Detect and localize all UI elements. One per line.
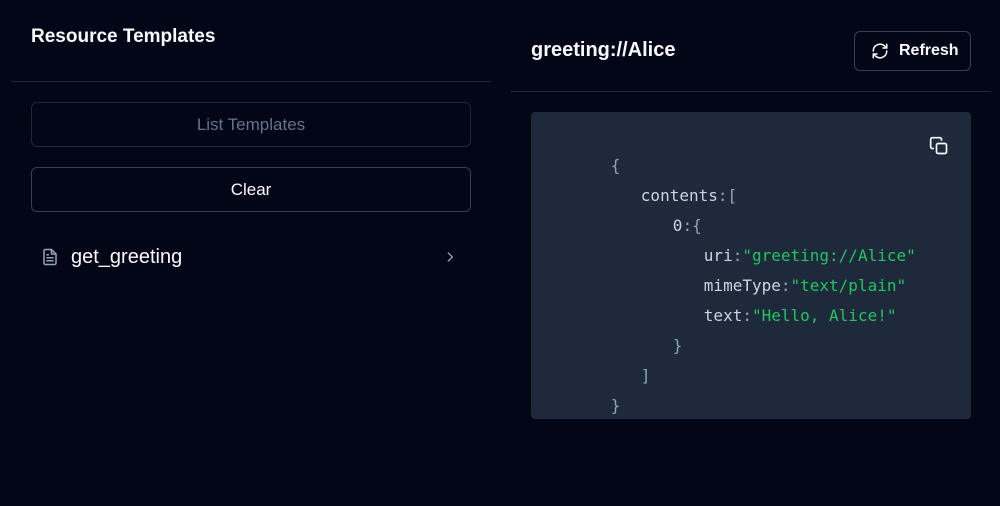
json-key: text xyxy=(703,306,743,325)
json-line: } xyxy=(553,376,621,436)
copy-icon[interactable] xyxy=(929,136,949,156)
detail-header: greeting://Alice Refresh xyxy=(511,0,991,92)
refresh-icon xyxy=(871,42,889,60)
resource-detail-panel: greeting://Alice Refresh { contents:[0:… xyxy=(511,0,991,506)
chevron-right-icon xyxy=(443,247,459,267)
resource-uri-title: greeting://Alice xyxy=(531,39,676,61)
json-punct: } xyxy=(610,396,621,415)
panel-header: Resource Templates xyxy=(11,0,491,82)
json-punct: ] xyxy=(640,366,651,385)
resource-templates-panel: Resource Templates List Templates Clear … xyxy=(11,0,491,506)
refresh-label: Refresh xyxy=(899,42,959,59)
refresh-button[interactable]: Refresh xyxy=(854,31,971,71)
list-item[interactable]: get_greeting xyxy=(31,234,471,280)
json-string: "Hello, Alice!" xyxy=(751,306,897,325)
file-text-icon xyxy=(41,247,61,267)
clear-button[interactable]: Clear xyxy=(31,167,471,212)
json-punct: [ xyxy=(727,186,738,205)
json-line: text:"Hello, Alice!" xyxy=(646,286,897,346)
json-viewer: { contents:[ 0:{ uri:"greeting://Alice" … xyxy=(531,112,971,419)
template-name: get_greeting xyxy=(71,245,183,268)
panel-title: Resource Templates xyxy=(31,25,216,47)
json-punct: } xyxy=(672,336,683,355)
json-punct: : xyxy=(742,306,752,325)
json-punct: : xyxy=(717,186,728,205)
list-templates-button[interactable]: List Templates xyxy=(31,102,471,147)
